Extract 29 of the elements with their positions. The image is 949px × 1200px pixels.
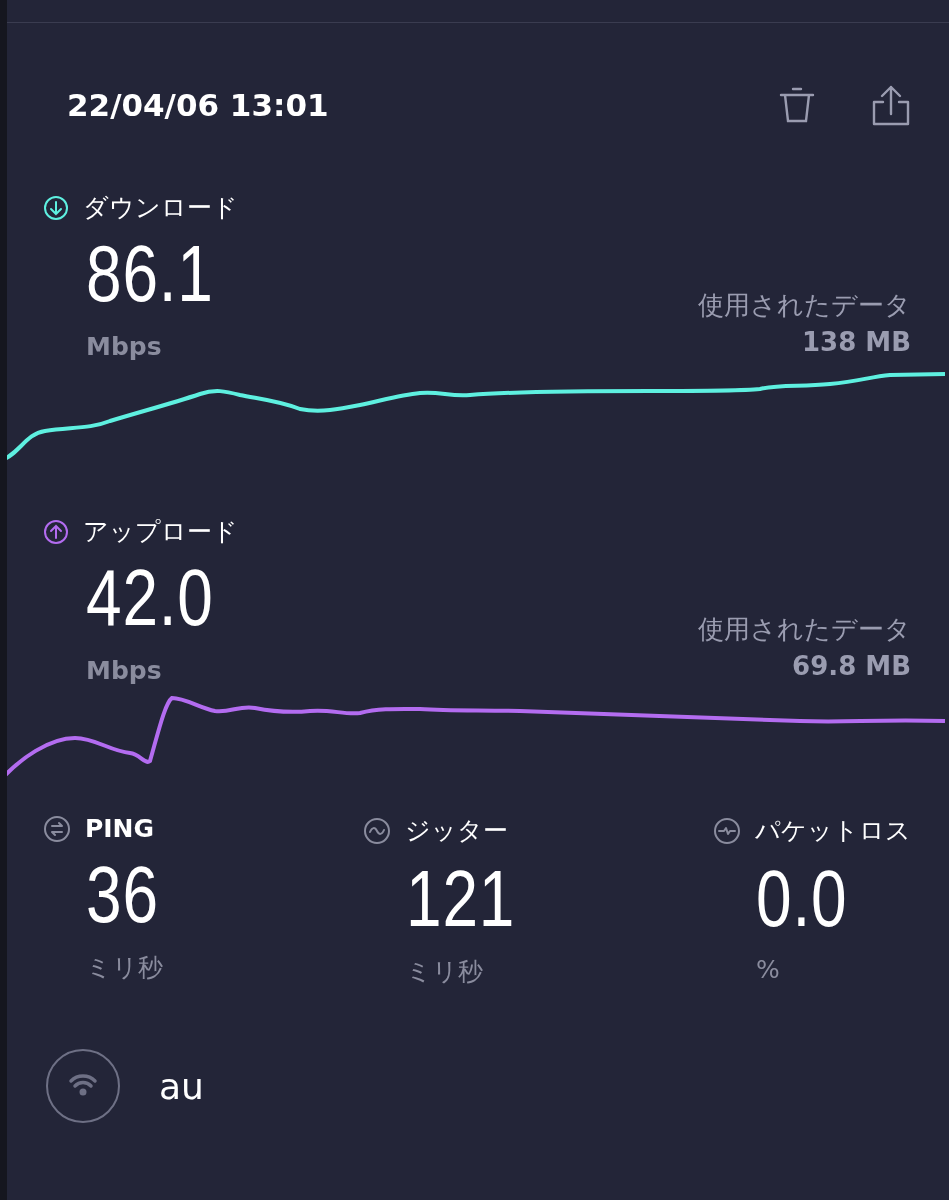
speed-unit: Mbps (86, 656, 163, 685)
metric-value: 121 (406, 859, 517, 939)
metric-unit: ミリ秒 (86, 952, 164, 984)
speed-value: 42.0 (86, 558, 214, 638)
metric-value: 36 (86, 855, 160, 935)
data-used-label: 使用されたデータ (698, 613, 911, 646)
arrow-circle-icon (43, 518, 69, 545)
metric-label: PING (85, 814, 155, 843)
arrow-circle-icon (43, 194, 69, 221)
test-timestamp: 22/04/06 13:01 (67, 87, 329, 123)
speed-value: 86.1 (86, 234, 214, 314)
provider-name: au (159, 1065, 204, 1107)
speed-label: ダウンロード (83, 192, 238, 224)
speed-unit: Mbps (86, 332, 163, 361)
metric-value: 0.0 (756, 859, 849, 939)
metric-icon (363, 816, 391, 845)
trash-icon[interactable] (777, 85, 817, 125)
metric-icon (43, 814, 71, 843)
data-used-label: 使用されたデータ (698, 289, 911, 322)
data-used-value: 138 MB (802, 327, 911, 357)
metric-icon (713, 816, 741, 845)
metric-unit: ミリ秒 (406, 956, 484, 988)
speed-label: アップロード (83, 516, 238, 548)
data-used-value: 69.8 MB (792, 651, 911, 681)
metric-label: ジッター (405, 815, 508, 847)
metric-unit: % (756, 955, 781, 984)
metric-label: パケットロス (755, 815, 911, 847)
share-icon[interactable] (871, 84, 911, 126)
wifi-icon (45, 1048, 121, 1124)
